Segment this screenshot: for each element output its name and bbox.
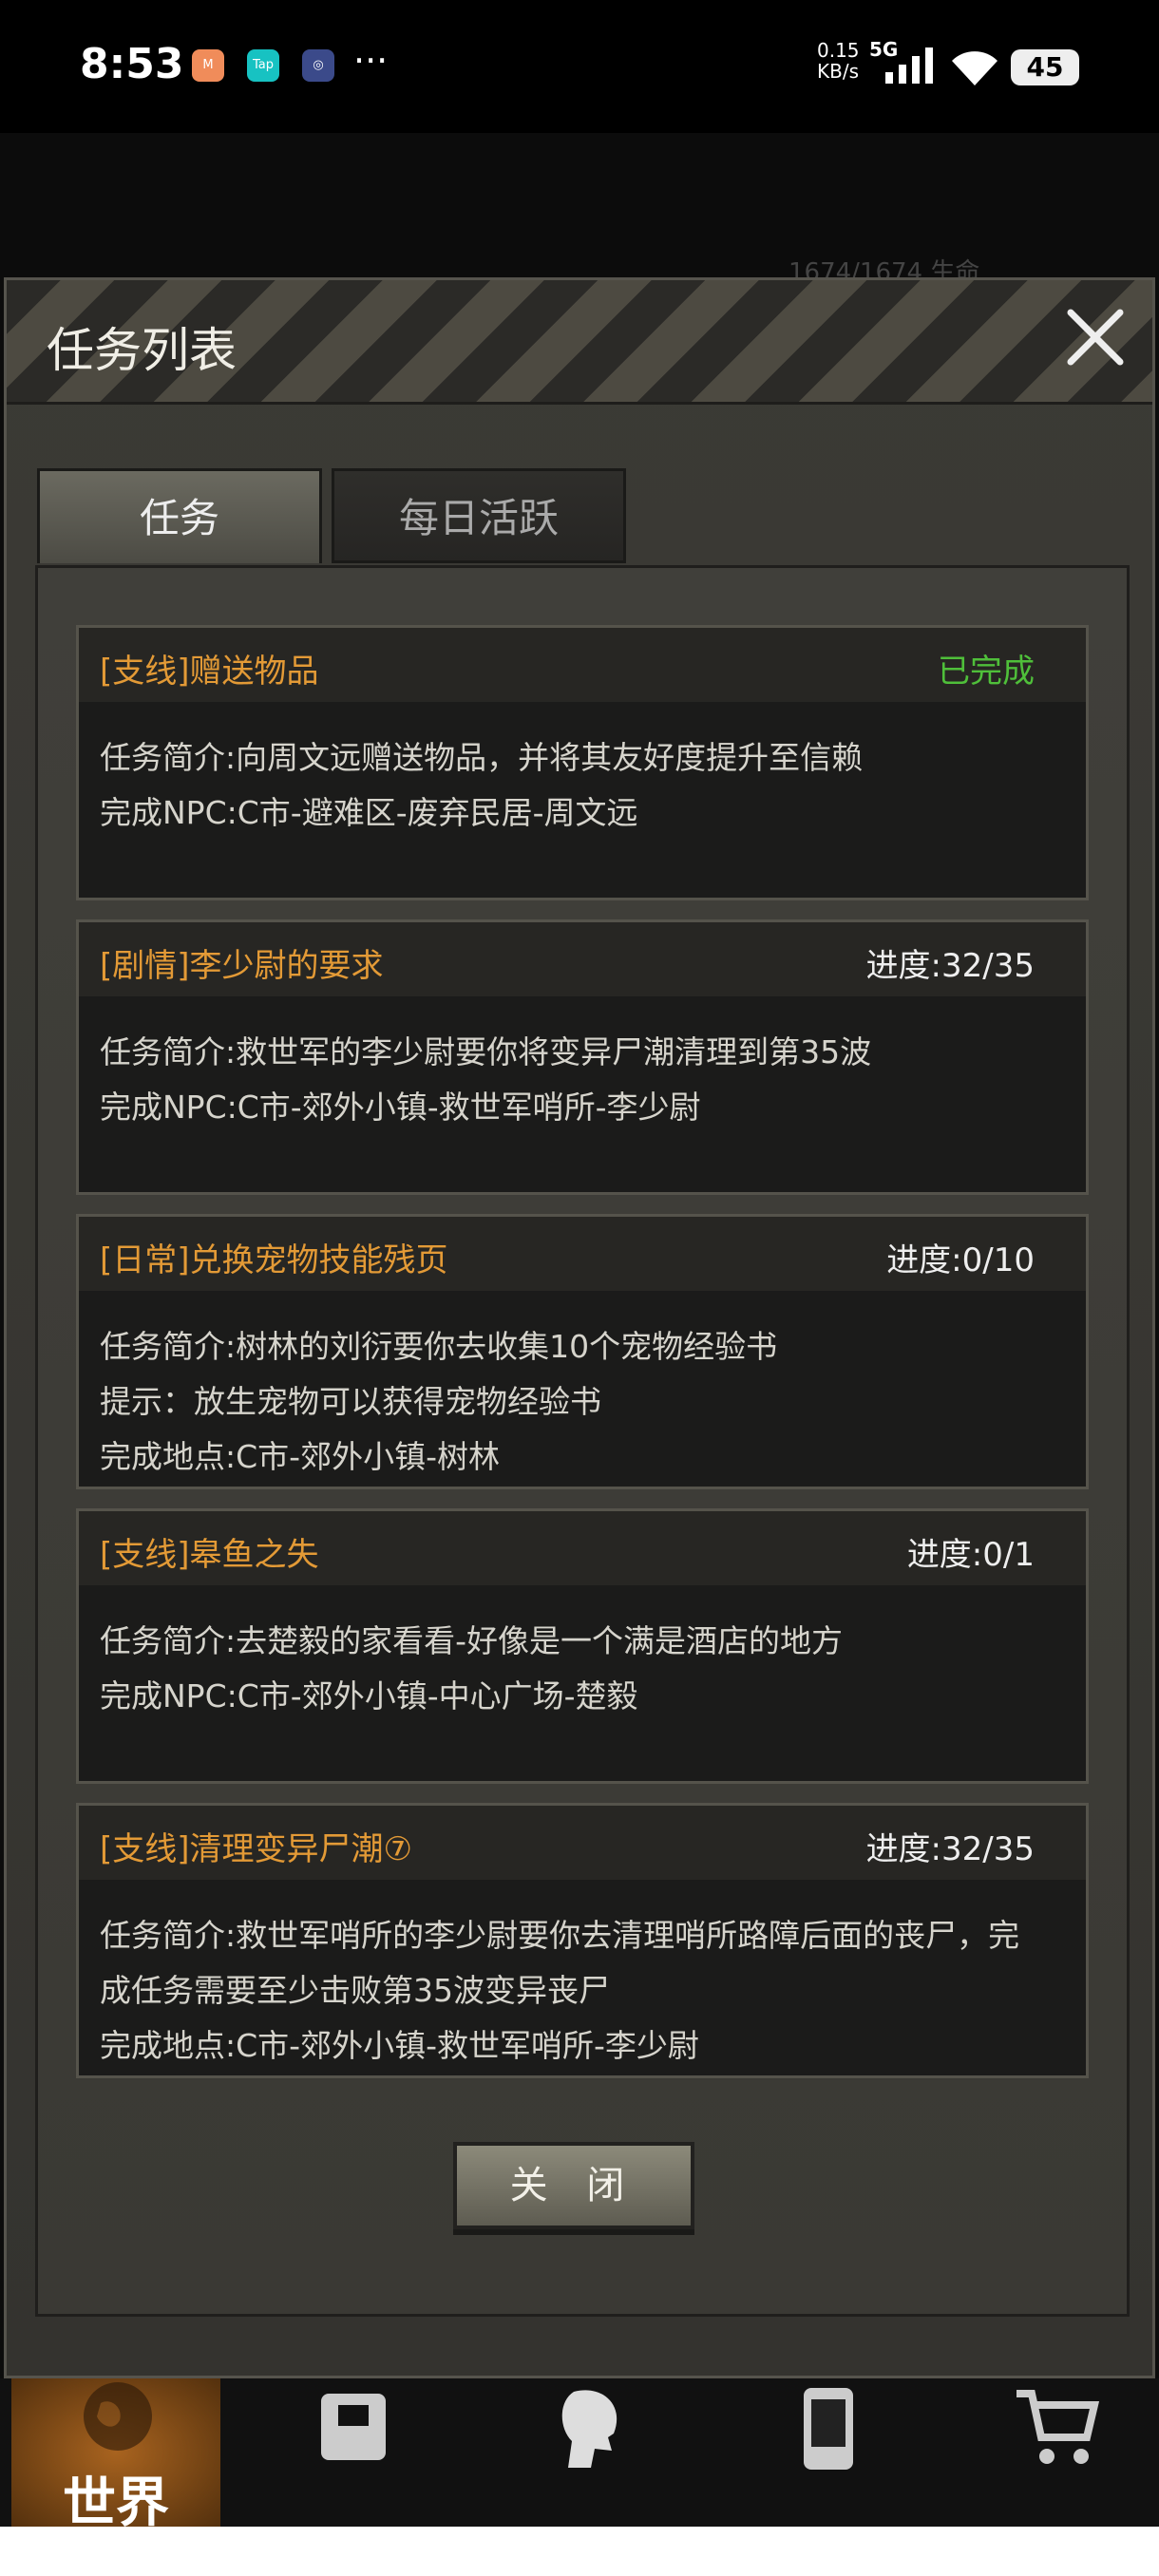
task-list-dialog: 任务列表 任务 每日活跃 [支线]赠送物品 已完成 任务简介:向周文远赠送物品，…: [4, 277, 1155, 2563]
task-panel: [支线]赠送物品 已完成 任务简介:向周文远赠送物品，并将其友好度提升至信赖 完…: [35, 565, 1130, 2317]
task-progress: 进度:0/10: [886, 1241, 1035, 1279]
globe-icon: [84, 2382, 152, 2451]
task-card-header: [支线]皋鱼之失 进度:0/1: [79, 1511, 1086, 1585]
clock: 8:53: [80, 40, 184, 88]
mi-icon: M: [192, 49, 224, 82]
task-title: [支线]赠送物品: [100, 653, 319, 691]
tab-tasks[interactable]: 任务: [37, 468, 322, 563]
task-npc: 完成NPC:C市-郊外小镇-中心广场-楚毅: [100, 1677, 638, 1714]
system-nav-area: [0, 2527, 1159, 2576]
close-button[interactable]: 关 闭: [453, 2142, 694, 2229]
speed-value: 0.15: [817, 39, 860, 62]
task-progress: 进度:32/35: [865, 1830, 1035, 1868]
cart-icon: [1016, 2390, 1100, 2464]
status-bar: 8:53 M Tap ◎ ··· 0.15 KB/s 5G 45: [0, 0, 1159, 133]
task-description: 任务简介:救世军哨所的李少尉要你去清理哨所路障后面的丧尸，完: [100, 1917, 1020, 1954]
nav-phone[interactable]: [722, 2378, 931, 2527]
task-description: 任务简介:向周文远赠送物品，并将其友好度提升至信赖: [100, 739, 864, 776]
task-description: 任务简介:救世军的李少尉要你将变异尸潮清理到第35波: [100, 1033, 872, 1070]
task-list[interactable]: [支线]赠送物品 已完成 任务简介:向周文远赠送物品，并将其友好度提升至信赖 完…: [76, 625, 1089, 2126]
task-npc: 完成NPC:C市-避难区-废弃民居-周文远: [100, 794, 638, 831]
task-card-header: [支线]赠送物品 已完成: [79, 628, 1086, 702]
wifi-icon: [952, 51, 998, 85]
speed-unit: KB/s: [817, 60, 859, 83]
nav-backpack[interactable]: [247, 2378, 456, 2527]
task-card[interactable]: [日常]兑换宠物技能残页 进度:0/10 任务简介:树林的刘衍要你去收集10个宠…: [76, 1214, 1089, 1489]
task-card[interactable]: [支线]清理变异尸潮⑦ 进度:32/35 任务简介:救世军哨所的李少尉要你去清理…: [76, 1803, 1089, 2078]
nav-shop[interactable]: [950, 2378, 1159, 2527]
battery-indicator: 45: [1011, 49, 1079, 85]
task-title: [日常]兑换宠物技能残页: [100, 1241, 448, 1279]
task-card[interactable]: [支线]皋鱼之失 进度:0/1 任务简介:去楚毅的家看看-好像是一个满是酒店的地…: [76, 1508, 1089, 1784]
task-hint: 提示：放生宠物可以获得宠物经验书: [100, 1383, 601, 1420]
network-speed: 0.15 KB/s: [817, 40, 860, 82]
task-description-cont: 成任务需要至少击败第35波变异丧尸: [100, 1972, 610, 2009]
task-location: 完成地点:C市-郊外小镇-树林: [100, 1438, 500, 1475]
browser-icon: ◎: [302, 49, 334, 82]
nav-world[interactable]: 世界: [11, 2378, 220, 2534]
task-card-header: [日常]兑换宠物技能残页 进度:0/10: [79, 1217, 1086, 1291]
close-icon[interactable]: [1057, 299, 1133, 375]
bottom-nav: 世界: [0, 2378, 1159, 2534]
dialog-header: 任务列表: [7, 280, 1152, 405]
phone-icon: [804, 2388, 853, 2470]
task-title: [支线]清理变异尸潮⑦: [100, 1830, 413, 1868]
character-head-icon: [561, 2390, 618, 2468]
task-description: 任务简介:去楚毅的家看看-好像是一个满是酒店的地方: [100, 1622, 844, 1659]
backpack-icon: [321, 2394, 386, 2460]
task-title: [支线]皋鱼之失: [100, 1536, 319, 1574]
task-card[interactable]: [剧情]李少尉的要求 进度:32/35 任务简介:救世军的李少尉要你将变异尸潮清…: [76, 919, 1089, 1195]
task-card-header: [支线]清理变异尸潮⑦ 进度:32/35: [79, 1806, 1086, 1880]
task-location: 完成地点:C市-郊外小镇-救世军哨所-李少尉: [100, 2027, 699, 2064]
dialog-title: 任务列表: [47, 323, 237, 378]
task-npc: 完成NPC:C市-郊外小镇-救世军哨所-李少尉: [100, 1089, 701, 1126]
task-progress: 进度:0/1: [906, 1536, 1035, 1574]
task-title: [剧情]李少尉的要求: [100, 947, 384, 985]
task-card[interactable]: [支线]赠送物品 已完成 任务简介:向周文远赠送物品，并将其友好度提升至信赖 完…: [76, 625, 1089, 900]
task-progress: 进度:32/35: [865, 947, 1035, 985]
taptap-icon: Tap: [247, 49, 279, 82]
task-status: 已完成: [938, 653, 1035, 691]
task-description: 任务简介:树林的刘衍要你去收集10个宠物经验书: [100, 1328, 778, 1365]
signal-icon: [885, 47, 933, 84]
more-notifications-icon: ···: [353, 40, 389, 82]
nav-world-label: 世界: [63, 2472, 169, 2534]
nav-character[interactable]: [484, 2378, 694, 2527]
tab-daily-activity[interactable]: 每日活跃: [332, 468, 626, 563]
task-card-header: [剧情]李少尉的要求 进度:32/35: [79, 922, 1086, 996]
